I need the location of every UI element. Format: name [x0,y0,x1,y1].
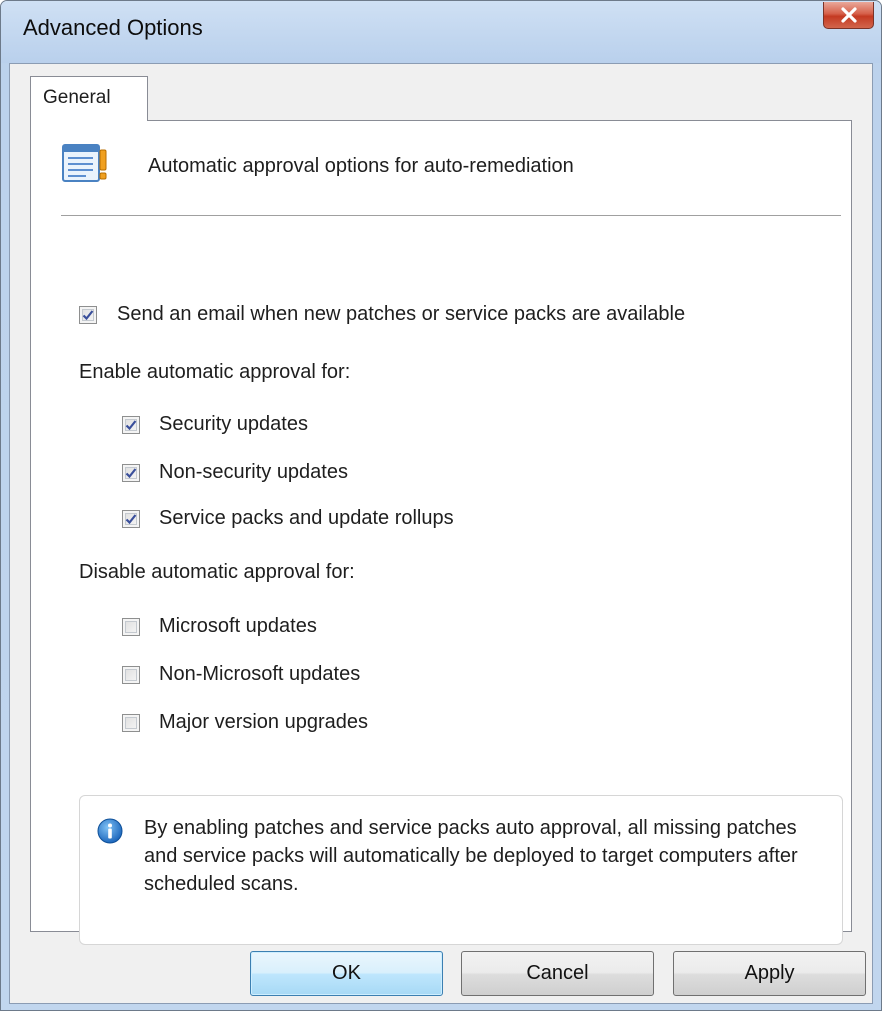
service-packs-label: Service packs and update rollups [159,507,454,529]
dialog-client: General Automatic approval options for a… [9,63,873,1004]
tab-general[interactable]: General [30,76,148,121]
close-button[interactable] [823,2,874,29]
header-divider [61,215,841,216]
security-updates-label: Security updates [159,413,308,435]
email-checkbox[interactable] [79,306,97,324]
header-description: Automatic approval options for auto-reme… [148,155,574,177]
info-box: By enabling patches and service packs au… [79,795,843,945]
checkmark-icon [125,468,137,479]
info-text: By enabling patches and service packs au… [144,817,798,895]
cancel-button[interactable]: Cancel [461,951,654,996]
non-microsoft-updates-label: Non-Microsoft updates [159,663,361,685]
tab-general-label: General [43,87,111,108]
microsoft-updates-checkbox[interactable] [122,618,140,636]
non-security-updates-checkbox[interactable] [122,464,140,482]
major-version-upgrades-checkbox[interactable] [122,714,140,732]
major-version-upgrades-label: Major version upgrades [159,711,368,733]
ok-button[interactable]: OK [250,951,443,996]
close-icon [841,7,857,23]
security-updates-checkbox[interactable] [122,416,140,434]
checkmark-icon [125,514,137,525]
microsoft-updates-label: Microsoft updates [159,615,317,637]
window-title: Advanced Options [23,15,203,40]
title-bar[interactable]: Advanced Options [1,1,881,63]
non-microsoft-updates-checkbox[interactable] [122,666,140,684]
info-icon [97,818,123,844]
non-security-updates-label: Non-security updates [159,461,348,483]
checkmark-icon [82,310,94,321]
disable-section-label: Disable automatic approval for: [79,561,355,583]
tab-panel-general: Automatic approval options for auto-reme… [30,120,852,945]
settings-list-icon [62,144,107,182]
email-option-label: Send an email when new patches or servic… [117,303,686,325]
enable-section-label: Enable automatic approval for: [79,361,351,383]
checkmark-icon [125,420,137,431]
dialog-window: Advanced Options General Automatic appro… [0,0,882,1011]
apply-button[interactable]: Apply [673,951,866,996]
service-packs-checkbox[interactable] [122,510,140,528]
